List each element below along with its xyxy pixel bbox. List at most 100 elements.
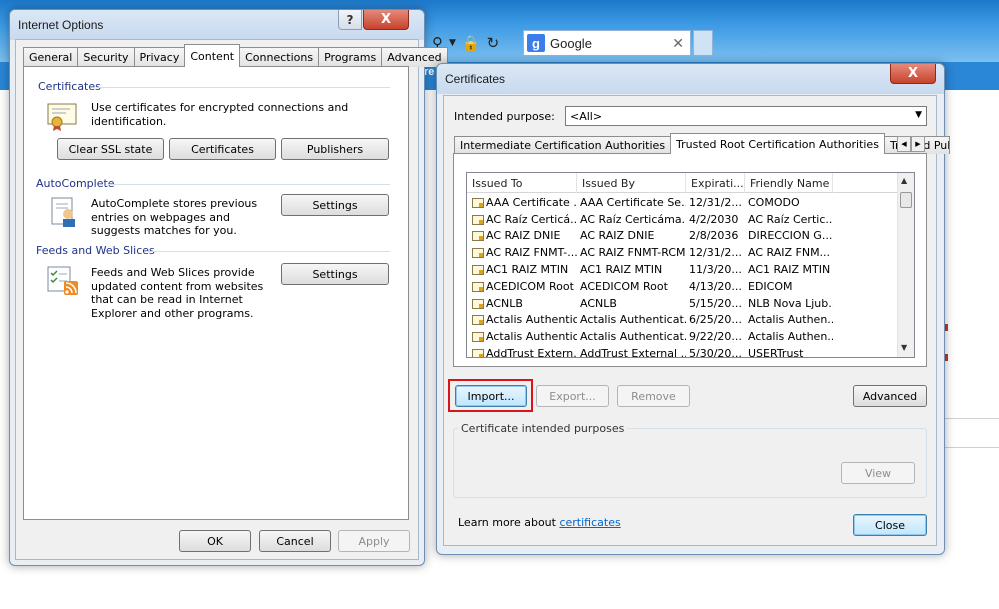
lock-icon: 🔒 [461,34,481,52]
table-cell: 11/3/20... [686,263,745,276]
ok-button[interactable]: OK [179,530,251,552]
close-dialog-button[interactable]: Close [853,514,927,536]
table-row[interactable]: AC RAIZ FNMT-... AC RAIZ FNMT-RCM 12/31/2.… [467,244,897,261]
intended-purpose-select[interactable]: <All> ▼ [565,106,927,126]
table-cell: NLB Nova Ljub... [745,297,833,310]
table-row[interactable]: AAA Certificate ... AAA Certificate Se...… [467,194,897,211]
feeds-settings-button[interactable]: Settings [281,263,389,285]
table-cell: 6/25/20... [686,313,745,326]
table-cell: ACNLB [467,297,577,310]
table-cell: 9/22/20... [686,330,745,343]
tab-privacy[interactable]: Privacy [133,47,186,67]
publishers-button[interactable]: Publishers [281,138,389,160]
cell-text: AC1 RAIZ MTIN [748,263,831,277]
dialog-title: Internet Options [18,18,104,32]
remove-button[interactable]: Remove [617,385,690,407]
scrollbar-thumb[interactable] [900,192,912,208]
cell-text: AC Raíz Certicáma... [580,212,686,226]
browser-tab-google[interactable]: g Google ✕ [523,30,691,56]
scroll-down-icon[interactable]: ▼ [901,343,907,352]
column-friendly-name[interactable]: Friendly Name [745,173,833,193]
cell-text: 2/8/2036 [689,229,739,243]
intended-purposes-label: Certificate intended purposes [458,422,628,435]
tab-scroll-left-icon[interactable]: ◀ [897,136,911,152]
certificate-icon [472,349,484,357]
table-cell: AddTrust External ... [577,347,686,358]
table-row[interactable]: ACEDICOM Root ACEDICOM Root 4/13/20... EDIC… [467,278,897,295]
certificates-link[interactable]: certificates [559,516,620,529]
certificates-button[interactable]: Certificates [169,138,276,160]
table-cell: AC1 RAIZ MTIN [577,263,686,276]
view-button[interactable]: View [841,462,915,484]
tab-content[interactable]: Content [184,44,241,67]
cell-text: 12/31/2... [689,195,742,209]
cell-text: AC Raíz Certicá... [486,212,577,226]
cell-text: AddTrust Extern... [486,347,577,358]
vertical-scrollbar[interactable]: ▲ ▼ [897,173,914,357]
certificate-icon [472,332,484,343]
autocomplete-icon [48,196,82,228]
table-row[interactable]: ACNLB ACNLB 5/15/20... NLB Nova Ljub... [467,295,897,312]
internet-options-tabs: General Security Privacy Content Connect… [23,44,448,67]
tab-close-icon[interactable]: ✕ [672,35,684,52]
tab-intermediate-cas[interactable]: Intermediate Certification Authorities [454,136,672,154]
cell-text: AC Raíz Certic... [748,212,833,226]
table-row[interactable]: AC1 RAIZ MTIN AC1 RAIZ MTIN 11/3/20... AC1 … [467,261,897,278]
tab-security[interactable]: Security [77,47,135,67]
certificate-list[interactable]: Issued To Issued By Expirati... Friendly… [466,172,915,358]
feeds-icon [46,265,80,297]
group-divider [146,251,390,252]
cell-text: AC1 RAIZ MTIN [486,263,569,277]
tab-connections[interactable]: Connections [239,47,320,67]
certificates-heading: Certificates [38,80,101,93]
clear-ssl-state-button[interactable]: Clear SSL state [57,138,164,160]
advanced-button[interactable]: Advanced [853,385,927,407]
cancel-button[interactable]: Cancel [259,530,331,552]
import-highlight-box [448,379,533,412]
new-tab-button[interactable] [693,30,713,56]
close-button[interactable]: X [890,64,936,84]
cell-text: COMODO [748,195,800,209]
autocomplete-settings-button[interactable]: Settings [281,194,389,216]
apply-button[interactable]: Apply [338,530,410,552]
cell-text: USERTrust [748,347,804,358]
certificate-list-header: Issued To Issued By Expirati... Friendly… [467,173,897,193]
cell-text: AddTrust External ... [580,347,686,358]
table-cell: 5/30/20... [686,347,745,357]
tab-trusted-root-cas[interactable]: Trusted Root Certification Authorities [670,133,885,154]
autocomplete-description: AutoComplete stores previous entries on … [91,197,258,237]
table-cell: AC Raíz Certic... [745,213,833,226]
column-expiration[interactable]: Expirati... [686,173,745,193]
tab-general[interactable]: General [23,47,79,67]
table-cell: AC RAIZ DNIE [577,229,686,242]
help-button[interactable]: ? [338,10,362,30]
table-cell: AC Raíz Certicá... [467,213,577,226]
table-row[interactable]: Actalis Authentic...Actalis Authenticat.… [467,328,897,345]
column-issued-to[interactable]: Issued To [467,173,577,193]
table-cell: AAA Certificate Se... [577,196,686,209]
column-issued-by[interactable]: Issued By [577,173,686,193]
cell-text: AC RAIZ FNMT-RCM [580,246,686,260]
tab-programs[interactable]: Programs [318,47,383,67]
refresh-icon[interactable]: ↻ [487,34,500,52]
table-row[interactable]: AC Raíz Certicá... AC Raíz Certicáma... 4/… [467,211,897,228]
dropdown-arrow-icon[interactable]: ▼ [449,38,456,48]
tab-scroll-right-icon[interactable]: ▶ [911,136,925,152]
learn-more-prefix: Learn more about [458,516,560,529]
table-cell: DIRECCION G... [745,229,833,242]
cell-text: Actalis Authen... [748,313,833,327]
certificate-icon [472,197,484,208]
scroll-up-icon[interactable]: ▲ [901,176,907,185]
table-row[interactable]: AddTrust Extern... AddTrust External ... 5… [467,345,897,358]
export-button[interactable]: Export... [536,385,609,407]
table-row[interactable]: Actalis Authentic...Actalis Authenticat.… [467,312,897,329]
table-cell: AC RAIZ FNMT-... [467,246,577,259]
certificate-icon [472,265,484,276]
table-cell: 12/31/2... [686,246,745,259]
page-divider [945,418,999,419]
close-button[interactable]: X [363,10,409,30]
page-divider [945,447,999,448]
table-row[interactable]: AC RAIZ DNIE AC RAIZ DNIE 2/8/2036 DIRECCIO… [467,228,897,245]
table-cell: AddTrust Extern... [467,347,577,358]
table-cell: EDICOM [745,280,833,293]
